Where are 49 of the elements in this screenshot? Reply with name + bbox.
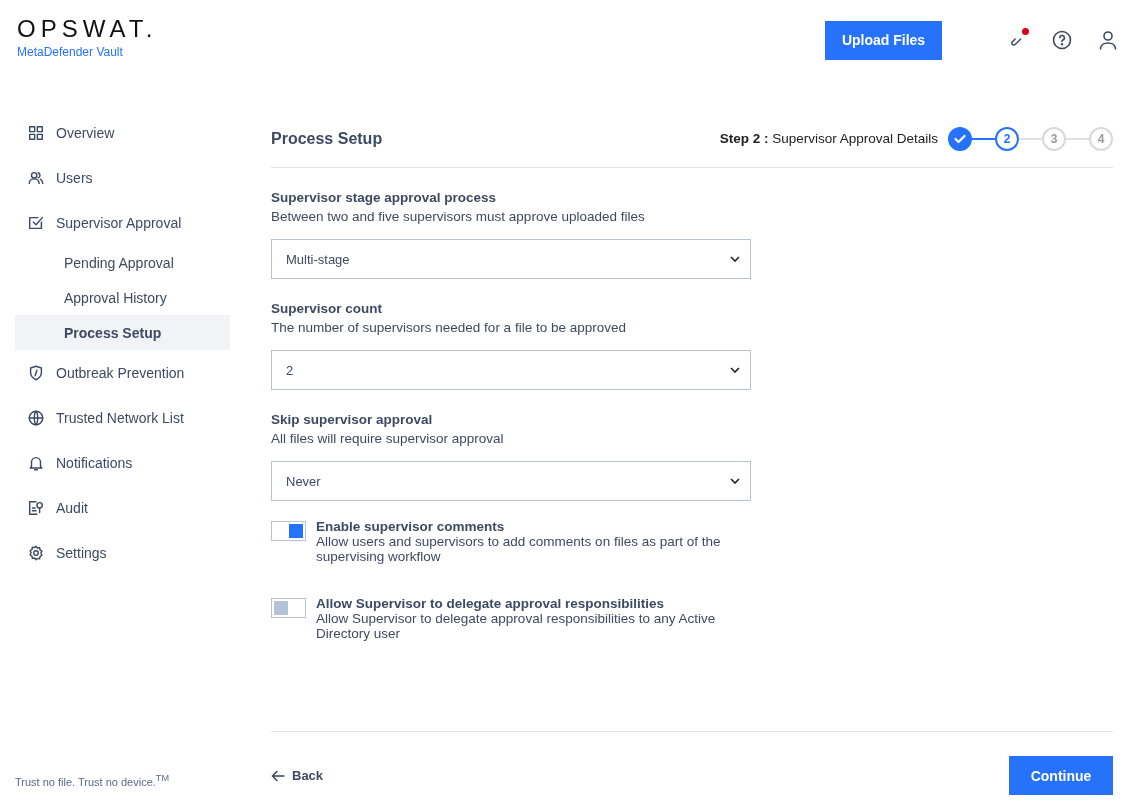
sidebar-item[interactable]: Audit: [15, 485, 230, 530]
check-icon: [954, 133, 966, 144]
toggle-label: Allow Supervisor to delegate approval responsibilities: [316, 596, 666, 611]
field-description: Between two and five supervisors must approve uploaded files: [271, 209, 646, 224]
gear-icon: [27, 543, 45, 562]
logo: OPSWAT.: [17, 17, 158, 41]
field-label: Skip supervisor approval: [271, 412, 434, 427]
chevron-down-icon: [730, 478, 740, 484]
sidebar-subitem[interactable]: Process Setup: [15, 315, 230, 350]
toggle-description: Allow users and supervisors to add comments on files as part of the supervising workflow: [316, 534, 722, 564]
step-caption: Step 2 : Supervisor Approval Details: [719, 131, 938, 146]
field-label: Supervisor stage approval process: [271, 190, 498, 205]
field-description: The number of supervisors needed for a file to be approved: [271, 320, 627, 335]
sidebar-item[interactable]: Supervisor Approval: [15, 200, 230, 245]
toggle-label: Enable supervisor comments: [316, 519, 506, 534]
step-indicator: 2: [995, 126, 1019, 151]
upload-files-button[interactable]: Upload Files: [825, 20, 942, 60]
product-name: MetaDefender Vault: [17, 45, 124, 59]
step-indicator: 3: [1042, 126, 1066, 151]
sidebar-item[interactable]: Outbreak Prevention: [15, 350, 230, 395]
dropdown[interactable]: Never: [271, 461, 751, 501]
sidebar-item[interactable]: Notifications: [15, 440, 230, 485]
sidebar-item[interactable]: Settings: [15, 530, 230, 575]
globe-icon: [27, 408, 45, 427]
back-button[interactable]: Back: [271, 768, 324, 783]
dropdown[interactable]: 2: [271, 350, 751, 390]
sidebar-subitem[interactable]: Approval History: [15, 280, 230, 315]
toggle-switch[interactable]: [271, 598, 306, 618]
toggle-switch[interactable]: [271, 521, 306, 541]
sidebar-item[interactable]: Users: [15, 155, 230, 200]
document-icon: [27, 498, 45, 517]
help-icon[interactable]: [1052, 30, 1072, 50]
field-description: All files will require supervisor approval: [271, 431, 505, 446]
dropdown[interactable]: Multi-stage: [271, 239, 751, 279]
field-label: Supervisor count: [271, 301, 384, 316]
chevron-down-icon: [730, 256, 740, 262]
sidebar-subitem[interactable]: Pending Approval: [15, 245, 230, 280]
grid-icon: [27, 123, 45, 142]
arrow-left-icon: [271, 769, 285, 782]
sidebar-item[interactable]: Trusted Network List: [15, 395, 230, 440]
chevron-down-icon: [730, 367, 740, 373]
tagline: Trust no file. Trust no device.$^{TM}$: [15, 773, 171, 788]
shield-icon: [27, 363, 45, 382]
step-indicator: 4: [1089, 126, 1113, 151]
page-title: Process Setup: [271, 129, 384, 148]
sidebar-item[interactable]: Overview: [15, 110, 230, 155]
toggle-description: Allow Supervisor to delegate approval responsibilities to any Active Directory user: [316, 611, 717, 641]
user-icon[interactable]: [1098, 30, 1118, 50]
continue-button[interactable]: Continue: [1009, 756, 1113, 795]
